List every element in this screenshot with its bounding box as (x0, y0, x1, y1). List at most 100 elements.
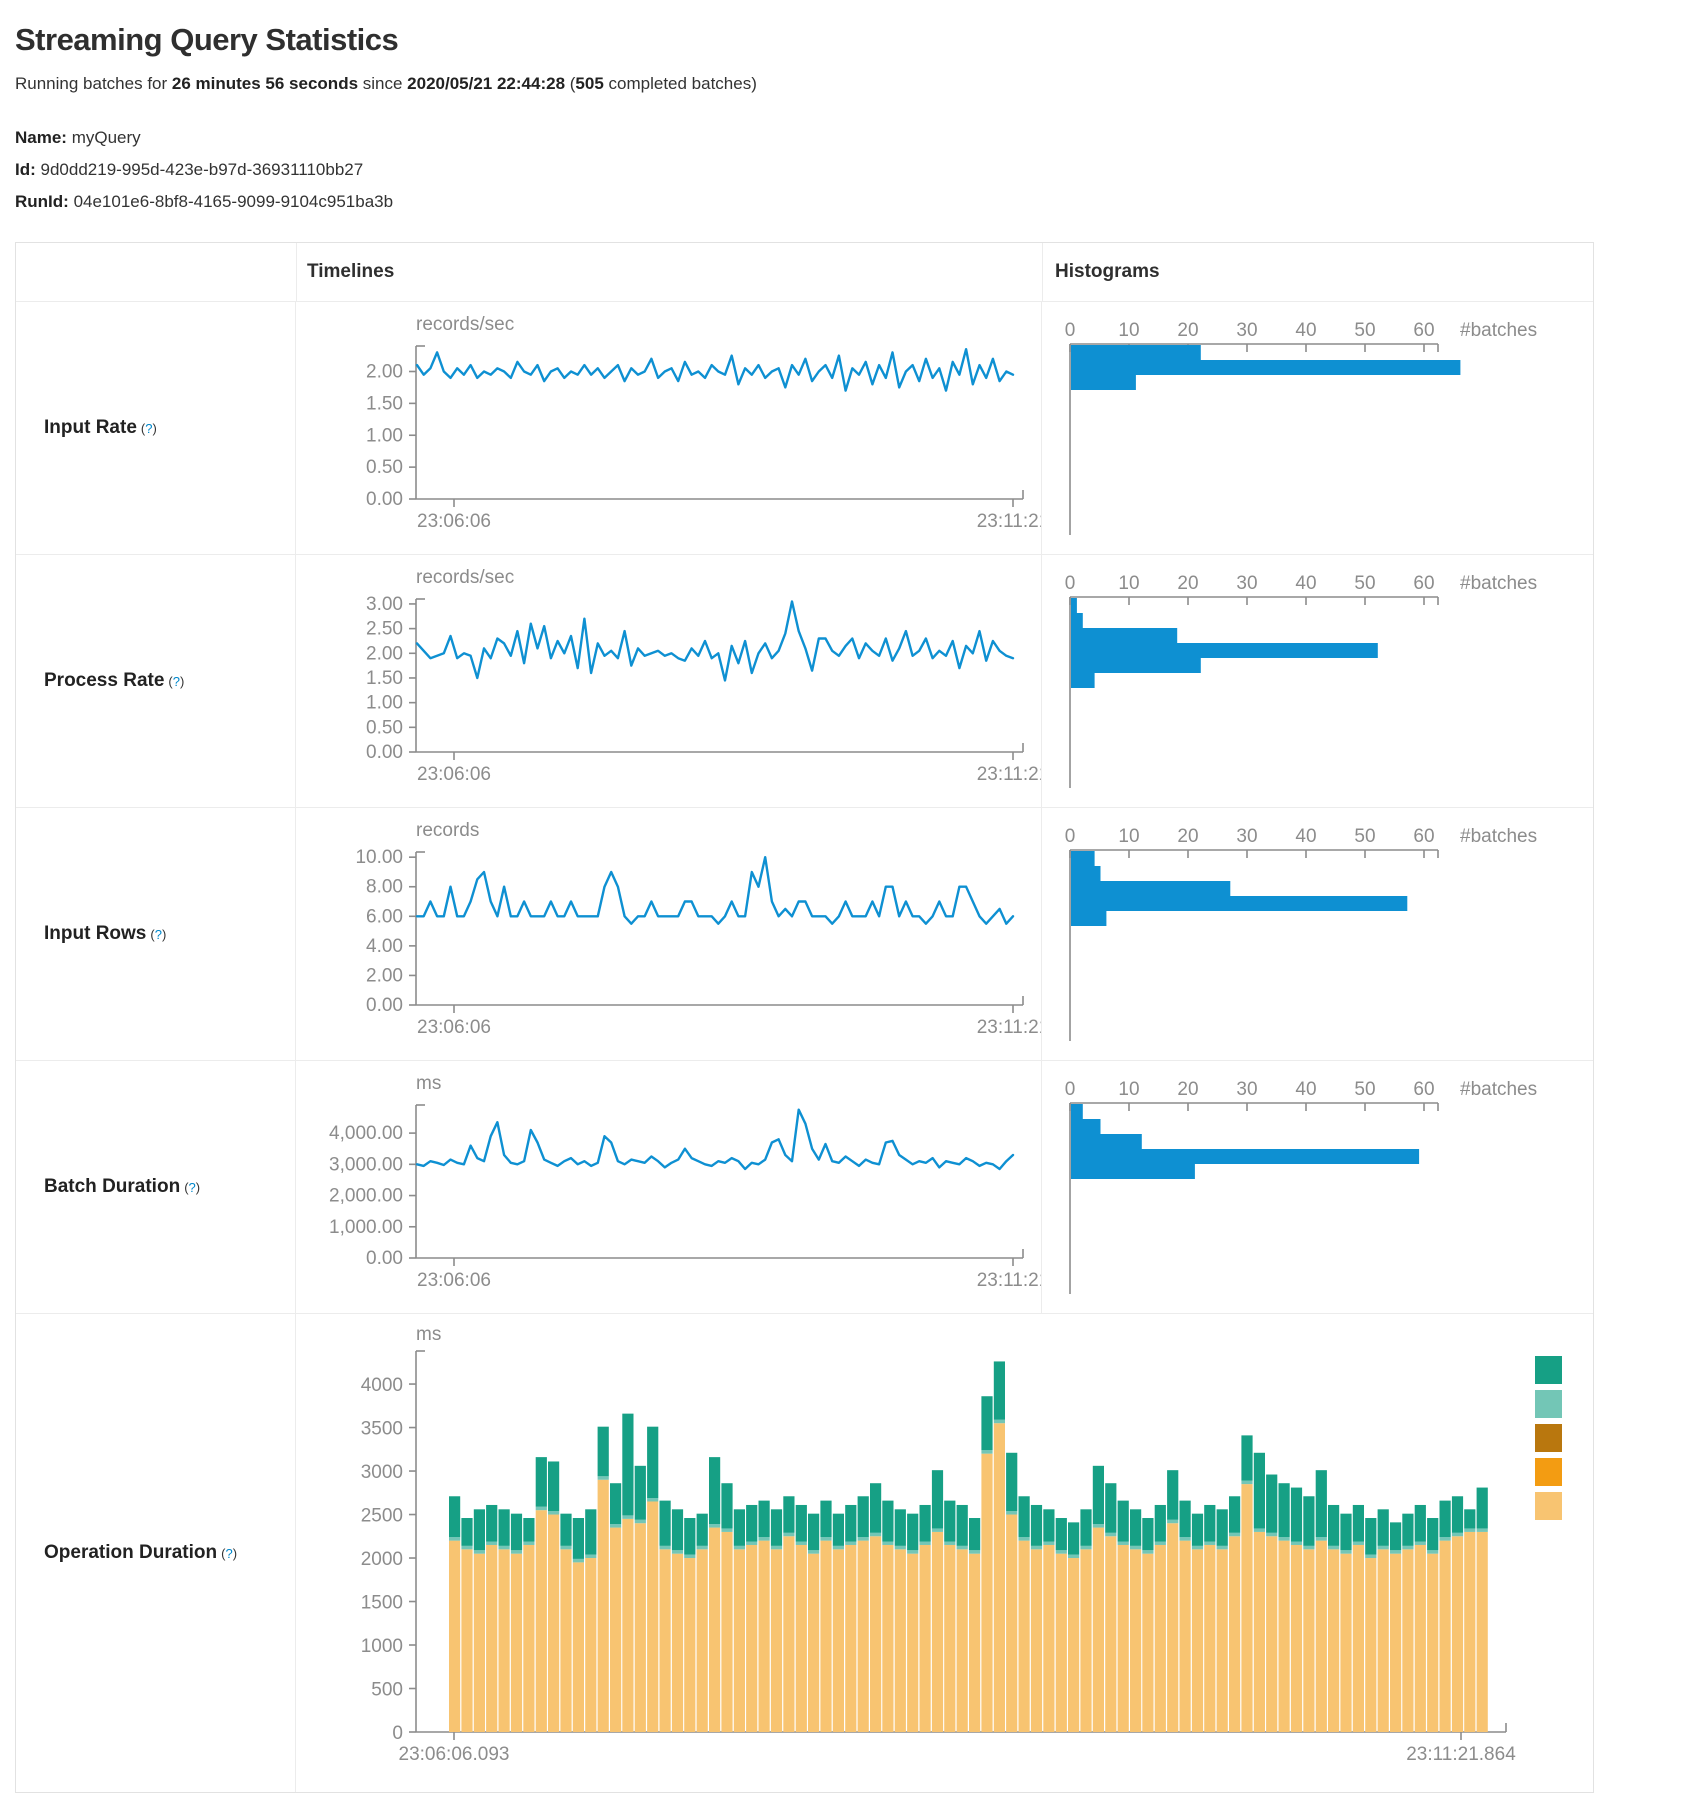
streaming-query-statistics-page: Streaming Query Statistics Running batch… (0, 0, 1693, 1813)
process-rate-help-icon[interactable]: (?) (168, 674, 184, 689)
input-rows-label: Input Rows (44, 923, 146, 945)
batch-duration-timeline-cell: ms4,000.003,000.002,000.001,000.000.0023… (296, 1061, 1041, 1313)
svg-text:23:06:06: 23:06:06 (417, 511, 491, 532)
svg-text:23:06:06.093: 23:06:06.093 (399, 1744, 510, 1765)
input-rate-histogram-chart: 0102030405060#batches (1042, 302, 1593, 554)
legend-swatch-2 (1535, 1424, 1562, 1452)
svg-text:#batches: #batches (1460, 826, 1537, 847)
svg-text:4,000.00: 4,000.00 (329, 1123, 403, 1144)
svg-text:60: 60 (1413, 826, 1434, 847)
svg-text:6.00: 6.00 (366, 906, 403, 927)
svg-text:1500: 1500 (361, 1593, 403, 1614)
svg-text:60: 60 (1413, 1079, 1434, 1100)
input-rows-histogram-chart: 0102030405060#batches (1042, 808, 1593, 1060)
svg-text:23:11:21: 23:11:21 (977, 764, 1041, 785)
process-rate-histogram-chart: 0102030405060#batches (1042, 555, 1593, 807)
process-rate-timeline-chart: records/sec3.002.502.001.501.000.500.002… (296, 555, 1041, 807)
svg-text:50: 50 (1354, 320, 1375, 341)
svg-text:23:06:06: 23:06:06 (417, 1017, 491, 1038)
svg-text:3.00: 3.00 (366, 594, 403, 615)
svg-text:23:11:21: 23:11:21 (977, 1270, 1041, 1291)
input-rows-row: Input Rows (?) records 10.00 8.00 6.00 4.00 2.… (16, 807, 1593, 1060)
svg-text:23:11:21: 23:11:21 (977, 511, 1041, 532)
process-rate-row: Process Rate(?) records/sec3.002.502.001… (16, 554, 1593, 807)
legend-swatch-0 (1535, 1356, 1562, 1384)
svg-text:0: 0 (1065, 1079, 1076, 1100)
legend-swatch-4 (1535, 1492, 1562, 1520)
svg-text:40: 40 (1295, 573, 1316, 594)
svg-text:3000: 3000 (361, 1462, 403, 1483)
svg-text:8.00: 8.00 (366, 877, 403, 898)
svg-text:40: 40 (1295, 320, 1316, 341)
svg-text:records/sec: records/sec (416, 567, 514, 588)
input-rate-help-icon[interactable]: (?) (141, 421, 157, 436)
svg-text:10: 10 (1118, 1079, 1139, 1100)
svg-text:1.50: 1.50 (366, 393, 403, 414)
svg-text:40: 40 (1295, 1079, 1316, 1100)
svg-text:23:11:21.864: 23:11:21.864 (1406, 1744, 1516, 1765)
legend-swatch-3 (1535, 1458, 1562, 1486)
svg-text:records: records (416, 820, 479, 841)
svg-text:2000: 2000 (361, 1549, 403, 1570)
svg-text:0.00: 0.00 (366, 489, 403, 510)
svg-text:30: 30 (1236, 826, 1257, 847)
running-batches-summary: Running batches for 26 minutes 56 second… (15, 74, 1693, 94)
operation-duration-row: Operation Duration (?) ms 4000 3500 3000 2500… (16, 1313, 1593, 1792)
svg-text:60: 60 (1413, 573, 1434, 594)
svg-text:2.00: 2.00 (366, 643, 403, 664)
operation-duration-help-icon[interactable]: (?) (221, 1546, 237, 1561)
batch-duration-help-icon[interactable]: (?) (184, 1180, 200, 1195)
query-runid-line: RunId: 04e101e6-8bf8-4165-9099-9104c951b… (15, 186, 1693, 218)
svg-text:4.00: 4.00 (366, 936, 403, 957)
svg-text:#batches: #batches (1460, 573, 1537, 594)
svg-text:0.50: 0.50 (366, 457, 403, 478)
svg-text:10: 10 (1118, 320, 1139, 341)
batch-duration-histogram-cell: 0102030405060#batches (1041, 1061, 1594, 1313)
svg-text:4000: 4000 (361, 1375, 403, 1396)
svg-text:ms: ms (416, 1324, 441, 1345)
svg-text:1,000.00: 1,000.00 (329, 1217, 403, 1238)
svg-text:40: 40 (1295, 826, 1316, 847)
svg-text:0.00: 0.00 (366, 742, 403, 763)
input-rate-timeline-chart: records/sec2.001.501.000.500.0023:06:062… (296, 302, 1041, 554)
input-rate-row: Input Rate(?) records/sec2.001.501.000.5… (16, 301, 1593, 554)
svg-text:2.50: 2.50 (366, 619, 403, 640)
svg-text:2.00: 2.00 (366, 362, 403, 383)
header-empty-cell (16, 243, 297, 301)
svg-text:20: 20 (1177, 320, 1198, 341)
svg-text:2,000.00: 2,000.00 (329, 1186, 403, 1207)
svg-text:30: 30 (1236, 1079, 1257, 1100)
svg-text:0.50: 0.50 (366, 717, 403, 738)
input-rows-timeline-cell: records 10.00 8.00 6.00 4.00 2.00 0.00 23:06:06… (296, 808, 1041, 1060)
batch-duration-histogram-chart: 0102030405060#batches (1042, 1061, 1593, 1313)
input-rate-label-cell: Input Rate (?) (16, 302, 296, 554)
table-header-row: Timelines Histograms (16, 243, 1593, 301)
input-rows-label-cell: Input Rows (?) (16, 808, 296, 1060)
svg-text:10.00: 10.00 (355, 847, 403, 868)
svg-text:0.00: 0.00 (366, 1248, 403, 1269)
input-rate-label: Input Rate (44, 417, 137, 439)
svg-text:500: 500 (371, 1680, 403, 1701)
svg-text:0: 0 (1065, 573, 1076, 594)
process-rate-timeline-cell: records/sec3.002.502.001.501.000.500.002… (296, 555, 1041, 807)
svg-text:ms: ms (416, 1073, 441, 1094)
svg-text:60: 60 (1413, 320, 1434, 341)
input-rows-help-icon[interactable]: (?) (150, 927, 166, 942)
input-rate-timeline-cell: records/sec2.001.501.000.500.0023:06:062… (296, 302, 1041, 554)
svg-text:3500: 3500 (361, 1419, 403, 1440)
svg-text:0: 0 (392, 1723, 403, 1744)
svg-text:0: 0 (1065, 320, 1076, 341)
input-rate-histogram-cell: 0102030405060#batches (1041, 302, 1594, 554)
query-id-line: Id: 9d0dd219-995d-423e-b97d-36931110bb27 (15, 154, 1693, 186)
query-name-line: Name: myQuery (15, 122, 1693, 154)
input-rows-timeline-chart: records 10.00 8.00 6.00 4.00 2.00 0.00 23:06:06… (296, 808, 1041, 1060)
operation-duration-label-cell: Operation Duration (?) (16, 1314, 296, 1792)
svg-text:2.00: 2.00 (366, 965, 403, 986)
operation-duration-label: Operation Duration (44, 1542, 217, 1564)
svg-text:23:06:06: 23:06:06 (417, 1270, 491, 1291)
svg-text:20: 20 (1177, 826, 1198, 847)
input-rows-histogram-cell: 0102030405060#batches (1041, 808, 1594, 1060)
svg-text:2500: 2500 (361, 1506, 403, 1527)
timelines-header: Timelines (297, 261, 1042, 283)
svg-text:0.00: 0.00 (366, 995, 403, 1016)
